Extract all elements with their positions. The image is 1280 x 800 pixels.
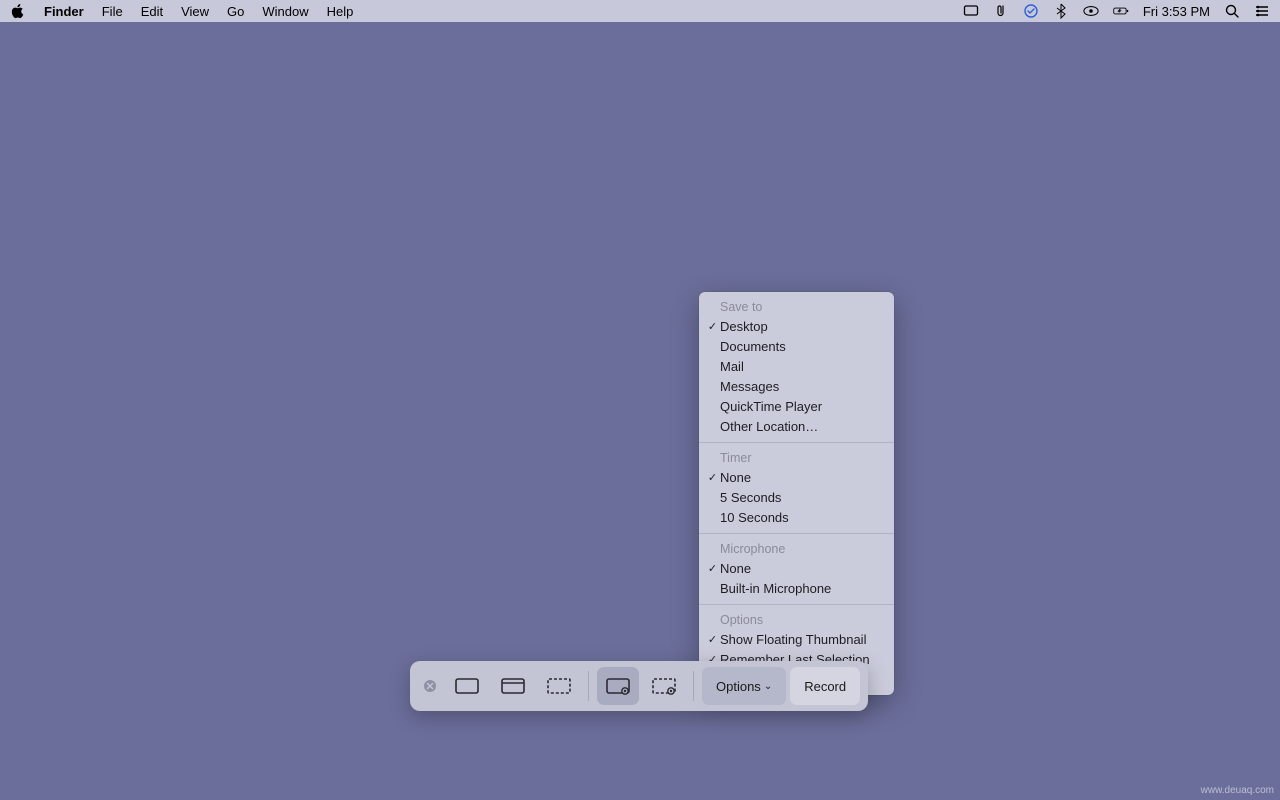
record-selection-button[interactable] (643, 667, 685, 705)
popup-header-microphone: Microphone (699, 539, 894, 559)
popup-separator (699, 604, 894, 605)
capture-entire-screen-button[interactable] (446, 667, 488, 705)
popup-item-desktop[interactable]: ✓Desktop (699, 317, 894, 337)
popup-header-save-to: Save to (699, 297, 894, 317)
accessibility-icon[interactable] (1083, 3, 1099, 19)
popup-header-options: Options (699, 610, 894, 630)
record-button[interactable]: Record (790, 667, 860, 705)
popup-item-timer-5[interactable]: 5 Seconds (699, 488, 894, 508)
popup-item-floating-thumbnail[interactable]: ✓Show Floating Thumbnail (699, 630, 894, 650)
menubar: Finder File Edit View Go Window Help Fri… (0, 0, 1280, 22)
menubar-left: Finder File Edit View Go Window Help (10, 3, 353, 19)
popup-item-documents[interactable]: Documents (699, 337, 894, 357)
popup-separator (699, 442, 894, 443)
popup-separator (699, 533, 894, 534)
toolbar-separator (588, 671, 589, 701)
close-button[interactable] (418, 667, 442, 705)
apple-icon[interactable] (10, 3, 26, 19)
popup-item-timer-10[interactable]: 10 Seconds (699, 508, 894, 528)
popup-item-timer-none[interactable]: ✓None (699, 468, 894, 488)
screenshot-toolbar: Options⌄ Record (410, 661, 868, 711)
menubar-item-help[interactable]: Help (327, 4, 354, 19)
menubar-right: Fri 3:53 PM (963, 3, 1270, 19)
capture-selection-button[interactable] (538, 667, 580, 705)
menubar-app[interactable]: Finder (44, 4, 84, 19)
popup-item-messages[interactable]: Messages (699, 377, 894, 397)
watermark: www.deuaq.com (1201, 785, 1274, 796)
cloud-sync-icon[interactable] (1023, 3, 1039, 19)
menubar-item-edit[interactable]: Edit (141, 4, 163, 19)
popup-item-other-location[interactable]: Other Location… (699, 417, 894, 437)
menubar-item-file[interactable]: File (102, 4, 123, 19)
menubar-item-view[interactable]: View (181, 4, 209, 19)
display-icon[interactable] (963, 3, 979, 19)
menubar-item-window[interactable]: Window (262, 4, 308, 19)
popup-item-mic-builtin[interactable]: Built-in Microphone (699, 579, 894, 599)
chevron-down-icon: ⌄ (764, 681, 772, 692)
options-popup: Save to ✓Desktop Documents Mail Messages… (699, 292, 894, 695)
menubar-item-go[interactable]: Go (227, 4, 244, 19)
bluetooth-icon[interactable] (1053, 3, 1069, 19)
popup-item-quicktime[interactable]: QuickTime Player (699, 397, 894, 417)
toolbar-separator (693, 671, 694, 701)
control-center-icon[interactable] (1254, 3, 1270, 19)
capture-window-button[interactable] (492, 667, 534, 705)
menubar-clock[interactable]: Fri 3:53 PM (1143, 4, 1210, 19)
record-entire-screen-button[interactable] (597, 667, 639, 705)
attachment-icon[interactable] (993, 3, 1009, 19)
popup-item-mic-none[interactable]: ✓None (699, 559, 894, 579)
battery-icon[interactable] (1113, 3, 1129, 19)
popup-item-mail[interactable]: Mail (699, 357, 894, 377)
popup-header-timer: Timer (699, 448, 894, 468)
search-icon[interactable] (1224, 3, 1240, 19)
options-button[interactable]: Options⌄ (702, 667, 786, 705)
